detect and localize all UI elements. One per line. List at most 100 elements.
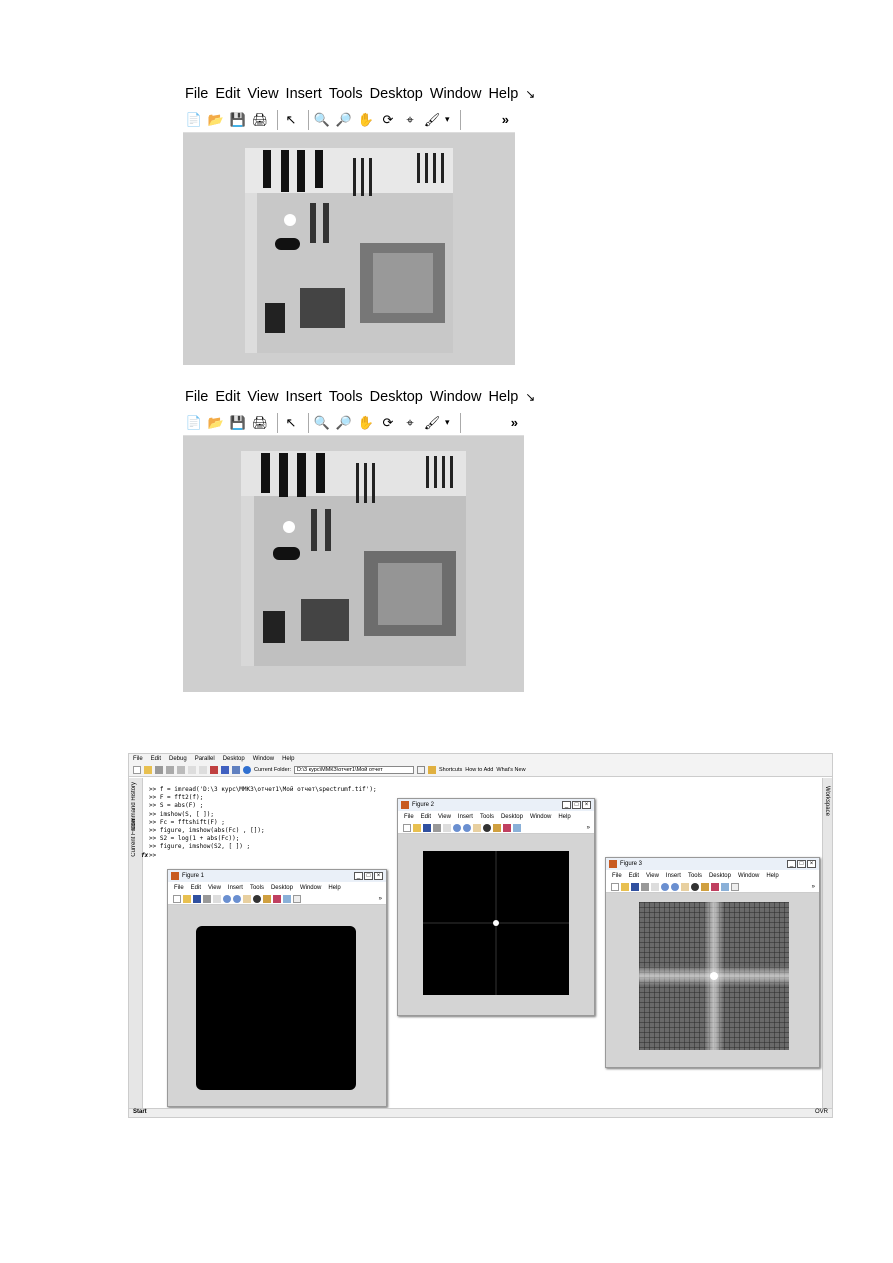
pan-hand-icon[interactable]	[681, 882, 689, 891]
zoom-in-icon[interactable]	[661, 882, 669, 891]
menu-insert[interactable]: Insert	[286, 389, 322, 405]
menu-window[interactable]: Window	[430, 86, 482, 102]
simulink-icon[interactable]	[210, 766, 218, 774]
new-figure-icon[interactable]: 📄	[185, 111, 203, 129]
data-cursor-icon[interactable]: ⌖	[401, 414, 419, 432]
open-folder-icon[interactable]	[144, 766, 152, 774]
pan-hand-icon[interactable]: ✋	[357, 111, 375, 129]
command-history-tab[interactable]: Command History	[131, 782, 137, 830]
menu-edit[interactable]: Edit	[191, 885, 201, 891]
browse-folder-icon[interactable]	[428, 766, 436, 774]
menu-desktop[interactable]: Desktop	[370, 86, 423, 102]
menu-help[interactable]: Help	[488, 389, 518, 405]
pan-hand-icon[interactable]	[243, 894, 251, 903]
minimize-button[interactable]: _	[787, 860, 796, 868]
colorbar-icon[interactable]	[513, 823, 521, 832]
menu-file[interactable]: File	[174, 885, 184, 891]
start-button[interactable]: Start	[133, 1109, 147, 1115]
menu-tools[interactable]: Tools	[688, 873, 702, 879]
workspace-tab[interactable]: Workspace	[824, 786, 830, 816]
zoom-out-icon[interactable]: 🔎	[335, 414, 353, 432]
zoom-in-icon[interactable]: 🔍	[313, 414, 331, 432]
print-icon[interactable]: 🖨	[251, 414, 269, 432]
edit-plot-arrow-icon[interactable]: ↖	[282, 414, 300, 432]
how-to-add-link[interactable]: How to Add	[465, 767, 493, 773]
open-file-icon[interactable]	[183, 894, 191, 903]
menu-file[interactable]: File	[185, 389, 208, 405]
profiler-icon[interactable]	[232, 766, 240, 774]
new-file-icon[interactable]	[133, 766, 141, 774]
menu-parallel[interactable]: Parallel	[195, 756, 215, 762]
cut-icon[interactable]	[155, 766, 163, 774]
menu-tools[interactable]: Tools	[329, 389, 363, 405]
brush-icon[interactable]	[711, 882, 719, 891]
rotate-3d-icon[interactable]	[253, 894, 261, 903]
zoom-in-icon[interactable]	[223, 894, 231, 903]
new-figure-icon[interactable]	[403, 823, 411, 832]
dock-arrow-icon[interactable]: ↘	[525, 390, 535, 404]
menu-view[interactable]: View	[438, 814, 451, 820]
zoom-out-icon[interactable]	[671, 882, 679, 891]
zoom-out-icon[interactable]	[233, 894, 241, 903]
zoom-out-icon[interactable]: 🔎	[335, 111, 353, 129]
folder-dropdown-icon[interactable]	[417, 766, 425, 774]
menu-window[interactable]: Window	[530, 814, 551, 820]
save-icon[interactable]	[631, 882, 639, 891]
brush-dropdown-icon[interactable]: ▾	[445, 114, 450, 125]
menu-edit[interactable]: Edit	[421, 814, 431, 820]
minimize-button[interactable]: _	[562, 801, 571, 809]
open-file-icon[interactable]	[413, 823, 421, 832]
command-prompt[interactable]: >>	[149, 852, 156, 859]
toolbar-more-icon[interactable]: »	[587, 825, 590, 831]
save-icon[interactable]: 💾	[229, 414, 247, 432]
toolbar-more-icon[interactable]: »	[511, 415, 518, 430]
data-cursor-icon[interactable]	[263, 894, 271, 903]
save-icon[interactable]: 💾	[229, 111, 247, 129]
zoom-out-icon[interactable]	[463, 823, 471, 832]
undo-icon[interactable]	[188, 766, 196, 774]
rotate-3d-icon[interactable]: ⟳	[379, 414, 397, 432]
menu-file[interactable]: File	[185, 86, 208, 102]
copy-icon[interactable]	[166, 766, 174, 774]
figure-title-bar[interactable]: Figure 3 _ □ ×	[606, 858, 819, 870]
edit-plot-arrow-icon[interactable]: ↖	[282, 111, 300, 129]
menu-edit[interactable]: Edit	[151, 756, 161, 762]
menu-help[interactable]: Help	[282, 756, 294, 762]
rotate-3d-icon[interactable]: ⟳	[379, 111, 397, 129]
open-file-icon[interactable]: 📂	[207, 414, 225, 432]
menu-window[interactable]: Window	[430, 389, 482, 405]
redo-icon[interactable]	[199, 766, 207, 774]
menu-tools[interactable]: Tools	[329, 86, 363, 102]
print-icon[interactable]	[203, 894, 211, 903]
maximize-button[interactable]: □	[572, 801, 581, 809]
print-icon[interactable]	[641, 882, 649, 891]
rotate-3d-icon[interactable]	[483, 823, 491, 832]
menu-view[interactable]: View	[247, 389, 278, 405]
whats-new-link[interactable]: What's New	[496, 767, 525, 773]
zoom-in-icon[interactable]: 🔍	[313, 111, 331, 129]
menu-help[interactable]: Help	[558, 814, 570, 820]
close-button[interactable]: ×	[582, 801, 591, 809]
menu-insert[interactable]: Insert	[286, 86, 322, 102]
save-icon[interactable]	[193, 894, 201, 903]
close-button[interactable]: ×	[374, 872, 383, 880]
minimize-button[interactable]: _	[354, 872, 363, 880]
data-cursor-icon[interactable]	[701, 882, 709, 891]
figure-title-bar[interactable]: Figure 1 _ □ ×	[168, 870, 386, 882]
menu-insert[interactable]: Insert	[228, 885, 243, 891]
menu-edit[interactable]: Edit	[215, 389, 240, 405]
menu-desktop[interactable]: Desktop	[370, 389, 423, 405]
open-file-icon[interactable]	[621, 882, 629, 891]
menu-desktop[interactable]: Desktop	[709, 873, 731, 879]
menu-debug[interactable]: Debug	[169, 756, 187, 762]
menu-insert[interactable]: Insert	[666, 873, 681, 879]
guide-icon[interactable]	[221, 766, 229, 774]
new-figure-icon[interactable]	[173, 894, 181, 903]
help-icon[interactable]	[243, 766, 251, 774]
menu-tools[interactable]: Tools	[480, 814, 494, 820]
menu-window[interactable]: Window	[300, 885, 321, 891]
brush-icon[interactable]: 🖌	[423, 414, 441, 432]
menu-edit[interactable]: Edit	[215, 86, 240, 102]
legend-icon[interactable]	[293, 894, 301, 903]
command-window[interactable]: >> f = imread('D:\3 курс\ММКЗ\отчет1\Мой…	[141, 786, 377, 860]
